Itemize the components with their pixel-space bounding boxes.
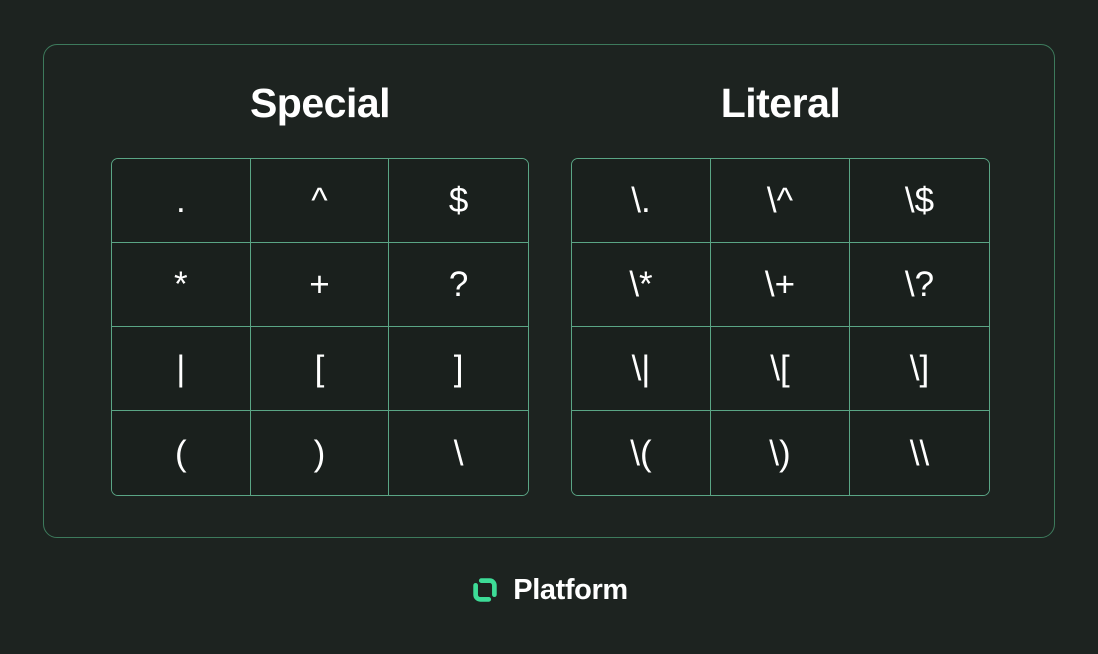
table-cell: ] bbox=[389, 327, 528, 411]
table-cell: \+ bbox=[711, 243, 850, 327]
table-cell: [ bbox=[250, 327, 390, 411]
table-cell: \$ bbox=[850, 159, 989, 243]
brand-footer: Platform bbox=[0, 575, 1098, 605]
page-root: Special . ^ $ * + ? | [ ] ( ) \ Literal … bbox=[0, 0, 1098, 654]
table-cell: ^ bbox=[250, 159, 390, 243]
table-cell: ? bbox=[389, 243, 528, 327]
table-cell: $ bbox=[389, 159, 528, 243]
content-card: Special . ^ $ * + ? | [ ] ( ) \ Literal … bbox=[43, 44, 1055, 538]
table-cell: + bbox=[250, 243, 390, 327]
panel-special: Special . ^ $ * + ? | [ ] ( ) \ bbox=[111, 45, 529, 537]
table-cell: \[ bbox=[711, 327, 850, 411]
table-cell: \) bbox=[711, 411, 850, 495]
panels-container: Special . ^ $ * + ? | [ ] ( ) \ Literal … bbox=[44, 45, 1054, 537]
table-cell: * bbox=[112, 243, 251, 327]
table-cell: \| bbox=[572, 327, 711, 411]
table-cell: \( bbox=[572, 411, 711, 495]
brand-name: Platform bbox=[513, 573, 628, 606]
table-cell: \ bbox=[389, 411, 528, 495]
panel-heading-special: Special bbox=[249, 80, 391, 126]
table-cell: \? bbox=[850, 243, 989, 327]
panel-heading-literal: Literal bbox=[720, 80, 841, 126]
table-cell: ) bbox=[250, 411, 390, 495]
table-cell: \. bbox=[572, 159, 711, 243]
platform-logo-icon bbox=[470, 575, 500, 605]
symbol-table-special: . ^ $ * + ? | [ ] ( ) \ bbox=[111, 158, 529, 496]
table-cell: \^ bbox=[711, 159, 850, 243]
table-cell: \* bbox=[572, 243, 711, 327]
table-cell: \\ bbox=[850, 411, 989, 495]
table-cell: . bbox=[112, 159, 251, 243]
panel-literal: Literal \. \^ \$ \* \+ \? \| \[ \] \( \)… bbox=[571, 45, 990, 537]
table-cell: ( bbox=[112, 411, 251, 495]
table-cell: | bbox=[112, 327, 251, 411]
table-cell: \] bbox=[850, 327, 989, 411]
symbol-table-literal: \. \^ \$ \* \+ \? \| \[ \] \( \) \\ bbox=[571, 158, 990, 496]
